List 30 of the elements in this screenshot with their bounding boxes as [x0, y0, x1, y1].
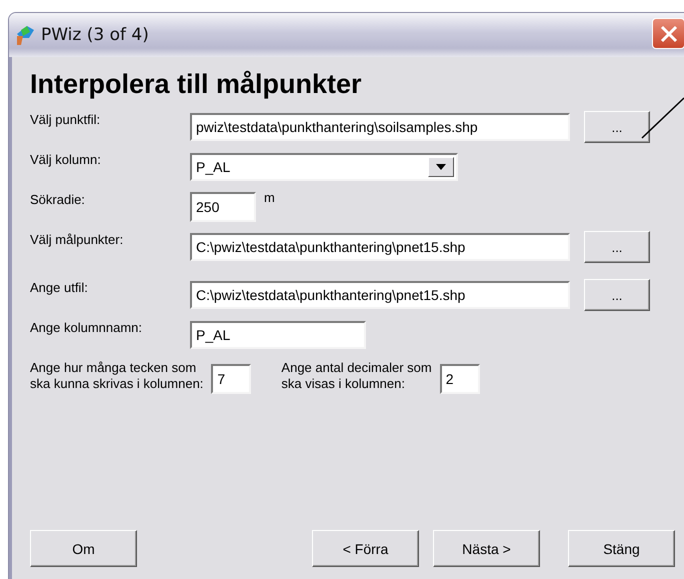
wizard-button[interactable]: Om: [30, 530, 137, 567]
close-button[interactable]: [652, 18, 684, 49]
file-path-field[interactable]: C:\pwiz\testdata\punkthantering\pnet15.shp: [190, 281, 570, 309]
page-heading: Interpolera till målpunkter: [30, 69, 362, 100]
close-icon: [658, 24, 678, 44]
app-logo-icon: [15, 24, 35, 46]
field-label: Välj kolumn:: [30, 152, 102, 167]
field-label: Välj punktfil:: [30, 112, 102, 127]
field-label: Sökradie:: [30, 192, 86, 207]
window-title: PWiz (3 of 4): [41, 25, 149, 45]
field-label: Välj målpunkter:: [30, 232, 124, 247]
leader-line: [640, 96, 684, 140]
wizard-button[interactable]: < Förra: [312, 530, 419, 567]
field-label: Ange utfil:: [30, 280, 89, 295]
input-field[interactable]: 2: [440, 364, 480, 394]
input-field[interactable]: 250: [190, 192, 256, 222]
browse-button[interactable]: ...: [584, 231, 650, 263]
column-dropdown[interactable]: P_AL: [190, 153, 458, 181]
wizard-button[interactable]: Stäng: [568, 530, 675, 567]
field-label: Ange kolumnnamn:: [30, 320, 144, 335]
unit-label: m: [264, 190, 275, 205]
file-path-field[interactable]: pwiz\testdata\punkthantering\soilsamples.shp: [190, 113, 570, 141]
field-label: Ange antal decimaler som ska visas i kolumnen:: [281, 360, 432, 392]
browse-button[interactable]: ...: [584, 111, 650, 143]
input-field[interactable]: P_AL: [190, 321, 366, 349]
browse-button[interactable]: ...: [584, 279, 650, 311]
input-field[interactable]: 7: [211, 364, 252, 394]
wizard-button[interactable]: Nästa >: [433, 530, 540, 567]
field-label: Ange hur många tecken som ska kunna skrivas i kolumnen:: [30, 360, 204, 392]
file-path-field[interactable]: C:\pwiz\testdata\punkthantering\pnet15.shp: [190, 233, 570, 261]
